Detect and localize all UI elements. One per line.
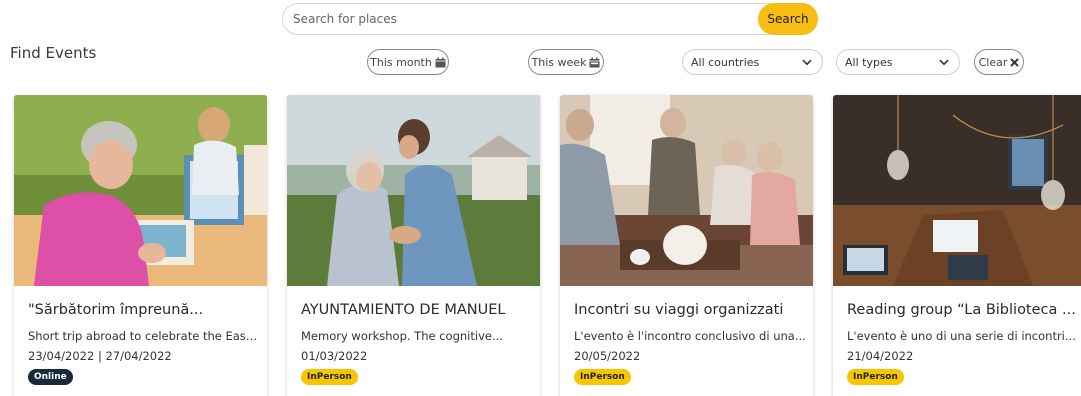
type-select-value: All types <box>845 55 893 69</box>
search-input[interactable] <box>293 4 753 34</box>
event-image-workspace-lightbulbs <box>833 95 1081 286</box>
event-description: L'evento è l'incontro conclusivo di una.… <box>574 329 806 343</box>
this-week-label: This week <box>531 55 587 69</box>
search-bar: Search <box>282 3 818 35</box>
event-title: Reading group “La Biblioteca ... <box>847 302 1076 318</box>
event-type-badge: InPerson <box>301 369 358 385</box>
page-title: Find Events <box>10 44 97 62</box>
type-select[interactable]: All types <box>836 49 960 75</box>
event-image-garden-embrace <box>287 95 540 286</box>
event-date: 20/05/2022 <box>574 349 641 363</box>
clear-label: Clear <box>978 55 1008 69</box>
search-button[interactable]: Search <box>758 3 818 35</box>
this-week-filter[interactable]: This week <box>528 49 604 75</box>
country-select-value: All countries <box>691 55 760 69</box>
event-type-badge: InPerson <box>847 369 904 385</box>
chevron-down-icon <box>939 56 949 69</box>
chevron-down-icon <box>802 56 812 69</box>
event-description: Memory workshop. The cognitive... <box>301 329 503 343</box>
event-description: L'evento è uno di una serie di incontri.… <box>847 329 1076 343</box>
event-type-badge: Online <box>28 369 73 385</box>
clear-filters-button[interactable]: Clear <box>974 49 1024 75</box>
this-month-filter[interactable]: This month <box>367 49 449 75</box>
event-description: Short trip abroad to celebrate the East.… <box>28 329 260 343</box>
event-date: 21/04/2022 <box>847 349 914 363</box>
event-image-living-room-tea <box>560 95 813 286</box>
country-select[interactable]: All countries <box>682 49 823 75</box>
event-title: Incontri su viaggi organizzati <box>574 302 784 318</box>
event-card[interactable]: Incontri su viaggi organizzati L'evento … <box>560 95 813 396</box>
event-date: 01/03/2022 <box>301 349 368 363</box>
event-card[interactable]: AYUNTAMIENTO DE MANUEL Memory workshop. … <box>287 95 540 396</box>
this-month-label: This month <box>370 55 432 69</box>
event-title: AYUNTAMIENTO DE MANUEL <box>301 302 506 318</box>
calendar-week-icon <box>589 57 600 68</box>
event-type-badge: InPerson <box>574 369 631 385</box>
event-date: 23/04/2022 | 27/04/2022 <box>28 349 172 363</box>
event-card[interactable]: "Sărbătorim împreună... Short trip abroa… <box>14 95 267 396</box>
close-icon <box>1010 57 1020 67</box>
event-image-painting-class <box>14 95 267 286</box>
event-title: "Sărbătorim împreună... <box>28 302 204 318</box>
calendar-icon <box>435 57 446 68</box>
event-card[interactable]: Reading group “La Biblioteca ... L'event… <box>833 95 1081 396</box>
